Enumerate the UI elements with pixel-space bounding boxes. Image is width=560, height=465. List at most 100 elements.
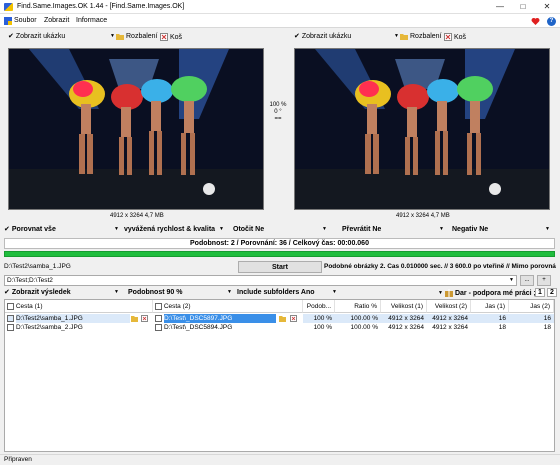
column-header-path2[interactable]: Cesta (2): [153, 300, 303, 313]
similarity-threshold[interactable]: Podobnost 90 %: [128, 289, 182, 296]
table-row[interactable]: D:\Test2\samba_1.JPG D:\Test\_DSC5897.JP…: [5, 314, 554, 323]
rotate-dropdown[interactable]: ▼: [320, 226, 327, 232]
table-row[interactable]: D:\Test2\samba_2.JPG D:\Test\_DSC5894.JP…: [5, 323, 554, 332]
subfolders-option[interactable]: Include subfolders Ano: [237, 289, 315, 296]
right-unzip-button[interactable]: Rozbalení: [400, 33, 442, 40]
path1-cell[interactable]: D:\Test2\samba_1.JPG: [16, 314, 130, 323]
close-button[interactable]: ✕: [539, 0, 555, 14]
menu-bar: Soubor Zobrazit Informace ?: [0, 14, 560, 28]
status-bar: Připraven: [0, 454, 560, 465]
right-trash-button[interactable]: Koš: [444, 33, 466, 41]
similarity-dropdown[interactable]: ▼: [225, 289, 232, 295]
menu-zobrazit[interactable]: Zobrazit: [44, 17, 69, 24]
rotation-angle: 0 °: [274, 109, 282, 115]
chevron-down-icon[interactable]: ▼: [509, 277, 514, 283]
select-all-checkbox[interactable]: [7, 302, 14, 310]
column-header-jas1[interactable]: Jas (1): [471, 300, 509, 313]
right-image-caption: 4912 x 3264 4,7 MB: [396, 213, 450, 219]
left-unzip-button[interactable]: Rozbalení: [116, 33, 158, 40]
right-preview-dropdown[interactable]: ▼: [392, 33, 399, 39]
pager-minus[interactable]: 1: [535, 288, 545, 297]
show-results-option[interactable]: ✔ Zobrazit výsledek: [4, 289, 71, 296]
app-icon: [4, 3, 13, 11]
compare-dropdown[interactable]: ▼: [112, 226, 119, 232]
negative-option[interactable]: Negativ Ne: [452, 226, 488, 233]
left-trash-button[interactable]: Koš: [160, 33, 182, 41]
speed-option[interactable]: vyvážená rychlost & kvalita: [124, 226, 215, 233]
compare-all-option[interactable]: ✔ Porovnat vše: [4, 226, 56, 233]
right-image-preview[interactable]: [294, 48, 550, 210]
jas1-cell: 18: [498, 324, 506, 331]
trash-icon: [444, 33, 452, 41]
column-header-path1[interactable]: Cesta (1): [5, 300, 153, 313]
maximize-button[interactable]: □: [515, 0, 531, 14]
check-icon: ✔: [4, 289, 10, 296]
folder-icon[interactable]: [131, 315, 138, 322]
title-bar: Find.Same.Images.OK 1.44 - [Find.Same.Im…: [0, 0, 560, 14]
rotate-option[interactable]: Otočit Ne: [233, 226, 264, 233]
donate-link[interactable]: ▼ Dar - podpora mé práci ;): [436, 289, 538, 297]
comparison-info: 100 % 0 ° ==: [267, 102, 289, 123]
flip-dropdown[interactable]: ▼: [437, 226, 444, 232]
path2-cell[interactable]: D:\Test\_DSC5897.JPG: [164, 314, 276, 323]
row-checkbox[interactable]: [7, 314, 15, 323]
left-preview-dropdown[interactable]: ▼: [108, 33, 115, 39]
equality-indicator: ==: [274, 116, 282, 122]
negative-dropdown[interactable]: ▼: [543, 226, 550, 232]
row-checkbox-2[interactable]: [155, 314, 163, 323]
results-grid[interactable]: Cesta (1) Cesta (2) Podob... Ratio % Vel…: [4, 299, 555, 452]
trash-icon[interactable]: [290, 315, 297, 322]
ratio-cell: 100.00 %: [350, 324, 378, 331]
chevron-down-icon: ▼: [545, 226, 550, 232]
column-header-similarity[interactable]: Podob...: [303, 300, 335, 313]
right-show-preview[interactable]: ✔ Zobrazit ukázku: [294, 33, 351, 40]
size2-cell: 4912 x 3264: [432, 324, 468, 331]
folder-icon[interactable]: [279, 315, 286, 322]
left-image-caption: 4912 x 3264 4,7 MB: [110, 213, 164, 219]
left-show-preview[interactable]: ✔ Zobrazit ukázku: [8, 33, 65, 40]
jas2-cell: 18: [543, 324, 551, 331]
chevron-down-icon: ▼: [114, 289, 119, 295]
select-all-checkbox-2[interactable]: [155, 302, 162, 310]
check-icon: ✔: [294, 33, 300, 40]
browse-button[interactable]: ...: [520, 275, 534, 286]
pager-plus[interactable]: 2: [547, 288, 557, 297]
chevron-down-icon: ▼: [227, 289, 232, 295]
add-folder-button[interactable]: +: [537, 275, 551, 286]
subfolders-dropdown[interactable]: ▼: [330, 289, 337, 295]
start-button[interactable]: Start: [238, 261, 322, 273]
chevron-down-icon: ▼: [332, 289, 337, 295]
similarity-cell: 100 %: [303, 314, 335, 323]
row-checkbox-2[interactable]: [155, 323, 163, 332]
jas2-cell: 16: [509, 314, 554, 323]
path2-cell[interactable]: D:\Test\_DSC5894.JPG: [164, 323, 276, 332]
menu-informace[interactable]: Informace: [76, 17, 107, 24]
path1-cell[interactable]: D:\Test2\samba_2.JPG: [16, 323, 130, 332]
similarity-percent: 100 %: [269, 102, 287, 108]
chevron-down-icon: ▼: [438, 290, 443, 296]
column-header-size1[interactable]: Velikost (1): [381, 300, 427, 313]
trash-icon[interactable]: [141, 315, 148, 322]
jas1-cell: 16: [471, 314, 509, 323]
flip-option[interactable]: Převrátit Ne: [342, 226, 381, 233]
help-icon[interactable]: ?: [547, 17, 556, 26]
left-image-preview[interactable]: [8, 48, 264, 210]
menu-soubor[interactable]: Soubor: [14, 17, 37, 24]
check-icon: ✔: [8, 33, 14, 40]
photo-stage-dancers: [9, 49, 263, 209]
row-checkbox[interactable]: [7, 323, 15, 332]
column-header-ratio[interactable]: Ratio %: [335, 300, 381, 313]
progress-bar: [4, 251, 555, 257]
heart-icon[interactable]: [531, 17, 540, 26]
show-results-dropdown[interactable]: ▼: [112, 289, 119, 295]
column-header-jas2[interactable]: Jas (2): [509, 300, 554, 313]
folder-icon: [116, 34, 124, 40]
minimize-button[interactable]: —: [492, 0, 508, 14]
results-toolbar: ✔ Zobrazit výsledek ▼ Podobnost 90 % ▼ I…: [4, 288, 557, 299]
column-header-size2[interactable]: Velikost (2): [427, 300, 471, 313]
window-title: Find.Same.Images.OK 1.44 - [Find.Same.Im…: [17, 3, 185, 10]
gift-icon: [444, 289, 453, 297]
speed-dropdown[interactable]: ▼: [217, 226, 224, 232]
folder-input[interactable]: D:\Test;D:\Test2: [4, 275, 517, 286]
size1-cell: 4912 x 3264: [381, 314, 427, 323]
